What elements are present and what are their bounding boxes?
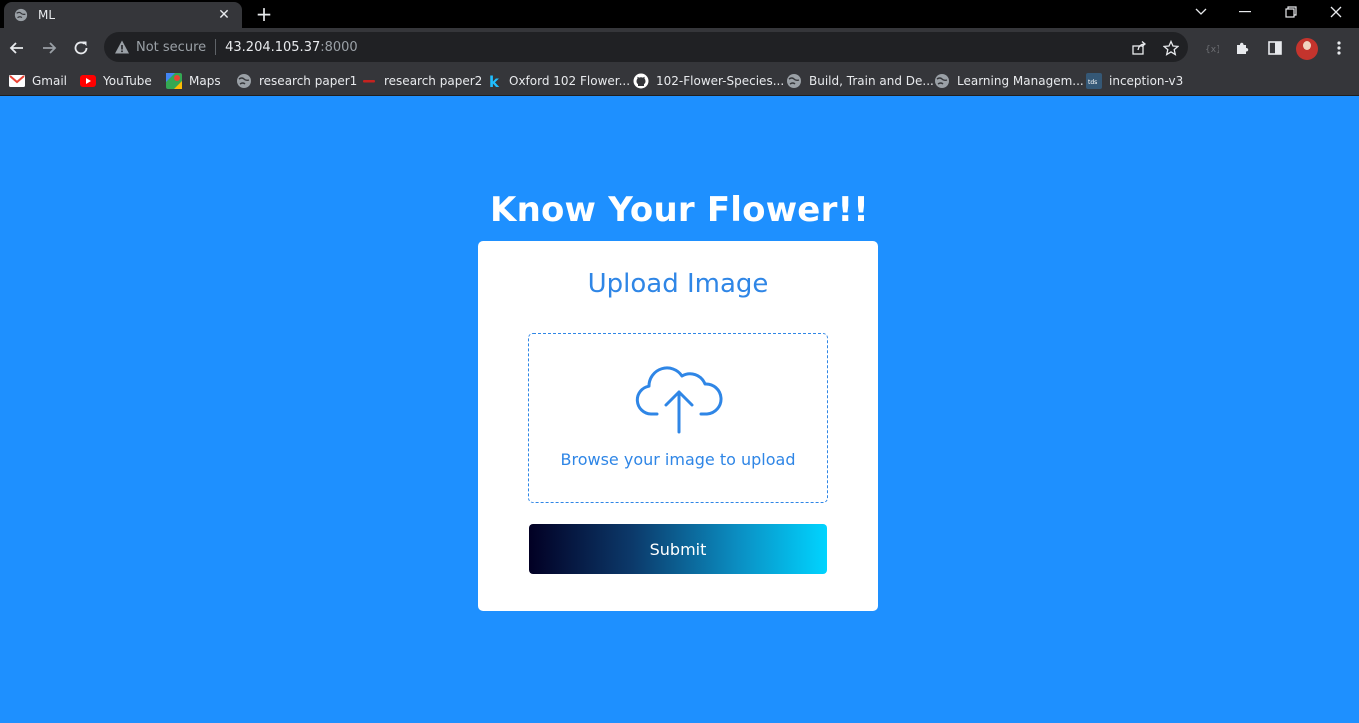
- profile-avatar[interactable]: [1296, 38, 1318, 60]
- kaggle-icon: k: [486, 73, 502, 89]
- minimize-button[interactable]: [1222, 0, 1268, 24]
- card-title: Upload Image: [587, 269, 769, 299]
- close-window-button[interactable]: [1313, 0, 1359, 24]
- chevron-down-icon: [1195, 8, 1207, 15]
- tab-title: ML: [38, 8, 56, 22]
- bookmark-learning-management[interactable]: Learning Managem...: [934, 66, 1084, 96]
- arrow-right-icon: [43, 42, 57, 54]
- gmail-icon: [9, 73, 25, 89]
- url-port: :8000: [320, 39, 358, 55]
- bookmark-flower-species-repo[interactable]: 102-Flower-Species...: [633, 66, 784, 96]
- upload-card: Upload Image Browse your image to upload…: [478, 241, 878, 611]
- tds-icon: tds: [1086, 73, 1102, 89]
- maps-icon: [166, 73, 182, 89]
- close-tab-icon[interactable]: ✕: [216, 7, 232, 23]
- bookmark-star-button[interactable]: [1160, 37, 1182, 59]
- globe-icon: [934, 73, 950, 89]
- bookmarks-bar: Gmail YouTube Maps research paper1 resea…: [0, 66, 1359, 96]
- bookmark-label: 102-Flower-Species...: [656, 74, 785, 88]
- globe-icon: [786, 73, 802, 89]
- youtube-icon: [80, 73, 96, 89]
- bookmark-label: Learning Managem...: [957, 74, 1084, 88]
- extensions-button[interactable]: [1232, 37, 1254, 59]
- bookmark-label: inception-v3: [1109, 74, 1184, 88]
- bookmark-maps[interactable]: Maps: [166, 66, 221, 96]
- submit-button[interactable]: Submit: [529, 524, 827, 574]
- redline-icon: [361, 73, 377, 89]
- reload-button[interactable]: [70, 37, 92, 59]
- side-panel-button[interactable]: [1264, 37, 1286, 59]
- extension-button[interactable]: {x}: [1200, 37, 1222, 59]
- puzzle-icon: [1237, 42, 1249, 54]
- share-icon: [1132, 41, 1147, 55]
- close-icon: [1330, 6, 1342, 18]
- globe-icon: [14, 8, 28, 22]
- share-button[interactable]: [1128, 37, 1150, 59]
- bookmark-gmail[interactable]: Gmail: [9, 66, 67, 96]
- divider: [215, 39, 217, 55]
- address-bar[interactable]: Not secure 43.204.105.37:8000: [104, 32, 1188, 62]
- star-icon: [1163, 40, 1179, 56]
- bookmark-oxford-flower[interactable]: k Oxford 102 Flower...: [486, 66, 630, 96]
- bookmark-label: Build, Train and De...: [809, 74, 934, 88]
- bookmark-research-paper1[interactable]: research paper1: [236, 66, 357, 96]
- side-panel-icon: [1268, 41, 1282, 55]
- bookmark-label: research paper1: [259, 74, 358, 88]
- back-button[interactable]: [6, 37, 28, 59]
- formula-icon: {x}: [1205, 45, 1219, 55]
- svg-text:tds: tds: [1088, 79, 1097, 86]
- menu-button[interactable]: [1328, 37, 1350, 59]
- bookmark-label: Maps: [189, 74, 221, 88]
- file-dropzone[interactable]: Browse your image to upload: [528, 333, 828, 503]
- bookmark-youtube[interactable]: YouTube: [80, 66, 152, 96]
- browser-toolbar: Not secure 43.204.105.37:8000 {x}: [0, 28, 1359, 66]
- cloud-upload-icon: [635, 366, 723, 434]
- url-host: 43.204.105.37: [225, 39, 321, 55]
- bookmark-build-train[interactable]: Build, Train and De...: [786, 66, 934, 96]
- forward-button[interactable]: [38, 37, 60, 59]
- page-title: Know Your Flower!!: [490, 190, 869, 230]
- warning-icon: [115, 40, 129, 54]
- tab-search-button[interactable]: [1178, 0, 1224, 24]
- bookmark-label: YouTube: [103, 74, 152, 88]
- github-icon: [633, 73, 649, 89]
- svg-text:k: k: [489, 73, 500, 89]
- tab-strip: ML ✕ +: [0, 0, 1359, 28]
- arrow-left-icon: [9, 42, 23, 54]
- bookmark-inception-v3[interactable]: tds inception-v3: [1086, 66, 1183, 96]
- restore-icon: [1285, 6, 1297, 18]
- bookmark-label: research paper2: [384, 74, 483, 88]
- minimize-icon: [1239, 11, 1251, 13]
- restore-button[interactable]: [1268, 0, 1314, 24]
- bookmark-label: Gmail: [32, 74, 68, 88]
- browser-tab[interactable]: ML ✕: [4, 2, 242, 28]
- bookmark-label: Oxford 102 Flower...: [509, 74, 631, 88]
- svg-text:{x}: {x}: [1205, 45, 1219, 55]
- globe-icon: [236, 73, 252, 89]
- browse-text[interactable]: Browse your image to upload: [529, 450, 827, 469]
- security-status[interactable]: Not secure: [136, 40, 206, 55]
- new-tab-button[interactable]: +: [252, 4, 276, 24]
- more-vert-icon: [1337, 41, 1341, 55]
- reload-icon: [74, 41, 88, 55]
- bookmark-research-paper2[interactable]: research paper2: [361, 66, 482, 96]
